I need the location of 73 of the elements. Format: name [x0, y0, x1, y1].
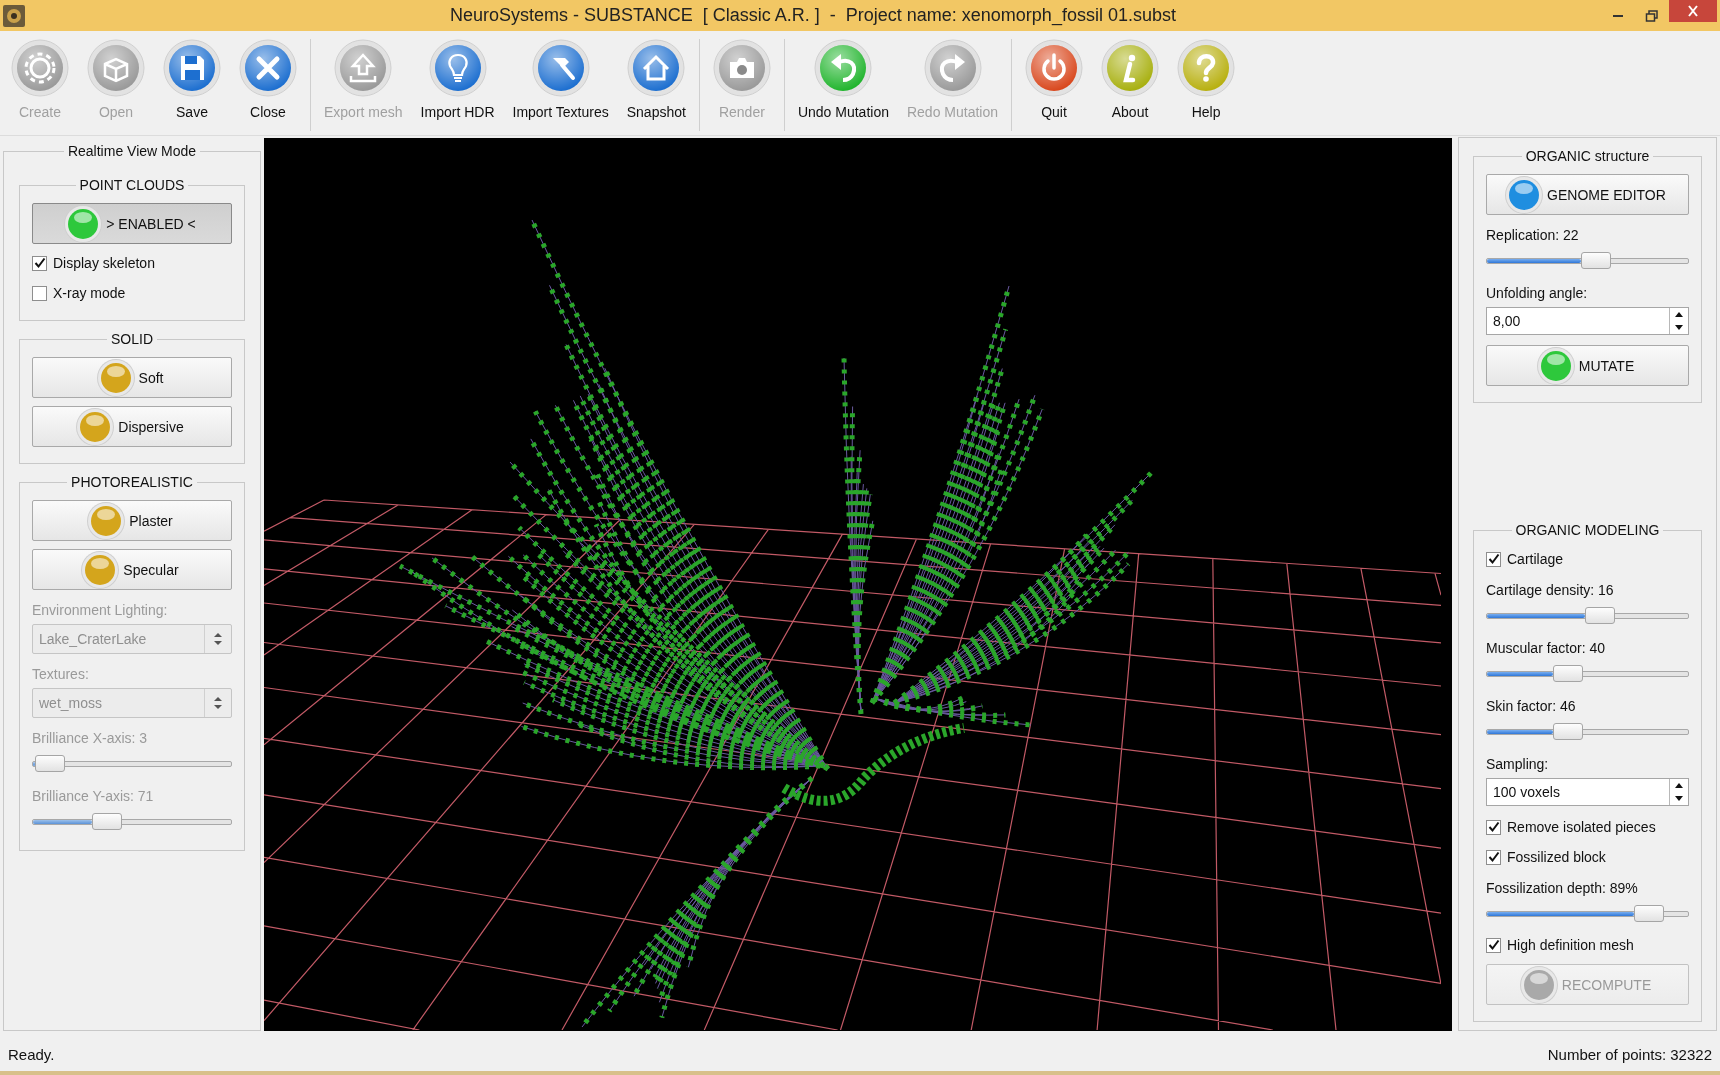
help-icon — [1177, 39, 1236, 97]
status-message: Ready. — [8, 1045, 55, 1063]
field-label: Textures: — [32, 666, 90, 682]
checkbox[interactable] — [1486, 937, 1501, 953]
checkbox-label: Display skeleton — [53, 255, 155, 271]
light-bulb-icon — [428, 39, 487, 97]
slider-label: Cartilage density: 16 — [1486, 582, 1615, 598]
group-title: SOLID — [110, 331, 154, 347]
window-title: NeuroSystems - SUBSTANCE [ Classic A.R. ] - Project name: xenomorph_fossil 01.subst — [449, 5, 1177, 26]
checkbox-label: High definition mesh — [1507, 937, 1634, 953]
slider-handle[interactable] — [1633, 905, 1664, 922]
lamp-button[interactable]: MUTATE — [1486, 345, 1689, 386]
checkbox-label: Fossilized block — [1507, 849, 1606, 865]
minimize-icon — [1613, 14, 1623, 17]
slider-handle[interactable] — [1581, 252, 1612, 269]
lamp-button[interactable]: Plaster — [32, 500, 232, 541]
field-label: Environment Lighting: — [32, 602, 169, 618]
toolbar-button[interactable]: Undo Mutation — [788, 31, 898, 135]
checkbox[interactable] — [32, 285, 47, 301]
up-down-arrows-icon — [213, 632, 223, 646]
up-down-arrows-icon — [213, 696, 223, 710]
panel-title: Realtime View Mode — [66, 143, 198, 159]
lamp-button[interactable]: Specular — [32, 549, 232, 590]
toolbar-button[interactable]: Import Textures — [503, 31, 618, 135]
slider-label: Muscular factor: 40 — [1486, 640, 1607, 656]
slider-label: Skin factor: 46 — [1486, 698, 1577, 714]
spin-box[interactable]: 8,00 — [1486, 307, 1689, 335]
checkbox[interactable] — [32, 255, 47, 271]
point-count: Number of points: 32322 — [1547, 1045, 1712, 1063]
gear-icon — [11, 39, 69, 97]
close-icon — [239, 39, 297, 97]
box-icon — [87, 39, 145, 97]
checkbox-label: Cartilage — [1507, 551, 1564, 567]
group-title: POINT CLOUDS — [78, 177, 186, 193]
toolbar-button[interactable]: Save — [154, 31, 230, 135]
lamp-button[interactable]: Dispersive — [32, 406, 232, 447]
checkbox[interactable] — [1486, 849, 1501, 865]
checkbox[interactable] — [1486, 551, 1501, 567]
slider-label: Fossilization depth: 89% — [1486, 880, 1639, 896]
slider-label: Brilliance X-axis: 3 — [32, 730, 149, 746]
slider-handle[interactable] — [1553, 723, 1584, 740]
floppy-disk-icon — [163, 39, 221, 97]
lamp-button[interactable]: Soft — [32, 357, 232, 398]
slider-label: Replication: 22 — [1486, 227, 1580, 243]
close-button[interactable] — [1669, 0, 1717, 22]
house-icon — [627, 39, 686, 97]
toolbar-button[interactable]: Snapshot — [617, 31, 695, 135]
slider-label: Brilliance Y-axis: 71 — [32, 788, 155, 804]
toolbar-button[interactable]: Close — [230, 31, 306, 135]
lamp-button[interactable]: > ENABLED < — [32, 203, 232, 244]
lamp-button[interactable]: GENOME EDITOR — [1486, 174, 1689, 215]
toolbar-button[interactable]: Import HDR — [411, 31, 504, 135]
checkbox[interactable] — [1486, 819, 1501, 835]
toolbar-button[interactable]: About — [1092, 31, 1169, 135]
checkbox-label: X-ray mode — [53, 285, 126, 301]
slider-handle[interactable] — [1553, 665, 1584, 682]
hammer-icon — [531, 39, 590, 97]
camera-icon — [712, 39, 771, 97]
toolbar-button[interactable]: Help — [1168, 31, 1245, 135]
toolbar-button[interactable]: Quit — [1016, 31, 1093, 135]
close-icon — [1686, 5, 1700, 17]
spin-box[interactable]: 100 voxels — [1486, 778, 1689, 806]
power-icon — [1025, 39, 1084, 97]
group-title: PHOTOREALISTIC — [70, 474, 194, 490]
info-icon — [1101, 39, 1160, 97]
slider-handle[interactable] — [1585, 607, 1616, 624]
field-label: Unfolding angle: — [1486, 285, 1589, 301]
group-title: ORGANIC structure — [1524, 148, 1651, 164]
app-logo-icon — [3, 4, 25, 27]
group-title: ORGANIC MODELING — [1514, 522, 1661, 538]
checkbox-label: Remove isolated pieces — [1507, 819, 1656, 835]
field-label: Sampling: — [1486, 756, 1550, 772]
restore-icon — [1645, 9, 1659, 22]
